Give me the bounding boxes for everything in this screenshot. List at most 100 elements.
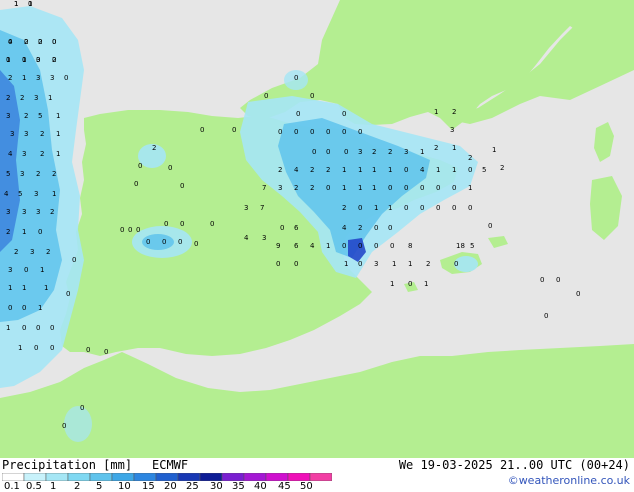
grid-value: 0 [8,38,12,46]
grid-value: 1 [22,74,26,82]
grid-value: 0 [128,226,132,234]
grid-value: 2 [40,130,44,138]
grid-value: 0 [326,148,330,156]
grid-value: 6 [294,224,299,232]
legend-swatch [243,473,267,481]
grid-value: 2 [24,112,28,120]
grid-value: 0 [278,128,282,136]
grid-value: 0 [374,242,378,250]
grid-value: 0 [280,224,284,232]
grid-value: 0 [50,344,54,352]
legend-swatch [221,473,245,481]
grid-value: 1 [56,130,60,138]
legend-tick-label: 35 [232,481,245,492]
legend-tick-label: 5 [96,481,103,492]
grid-value: 1 [14,0,18,8]
legend-tick-label: 0.1 [4,481,20,492]
grid-value: 2 [20,94,24,102]
grid-value: 0 [358,260,362,268]
grid-value: 0 [326,184,330,192]
grid-value: 1 [452,166,456,174]
legend-swatch [23,473,47,481]
grid-value: 1 [38,304,42,312]
grid-value: 0 [22,304,26,312]
grid-value: 3 [36,74,40,82]
grid-value: 0 [162,238,166,246]
grid-value: 2 [52,170,56,178]
grid-value: 0 [576,290,580,298]
grid-value: 0 [8,304,12,312]
grid-value: 1 [342,166,346,174]
grid-value: 1 [374,204,378,212]
grid-value: 3 [8,266,12,274]
grid-value: 0 [556,276,560,284]
grid-value: 1 [452,144,456,152]
grid-value: 3 [6,208,10,216]
grid-value: 0 [178,238,182,246]
grid-value: 0 [296,110,300,118]
legend-tick-label: 30 [210,481,223,492]
legend-tick-label: 10 [118,481,131,492]
grid-value: 0 [374,224,378,232]
grid-value: 4 [8,150,13,158]
legend-swatch [111,473,135,481]
grid-value: 0 [36,324,40,332]
grid-value: 2 [388,148,392,156]
grid-value: 0 [64,74,68,82]
legend-colorbar [2,473,332,481]
grid-value: 0 [436,184,440,192]
precipitation-map: 1 0 4 2 2 0 1 1 3 2 2 1 3 3 0 2 2 3 1 3 2 5 1 3 3 2 1 4 3 2 1 5 3 2 2 4 5 3 1 3… [0,0,634,458]
grid-value: 0 [276,260,280,268]
grid-value: 0 [38,228,42,236]
grid-value: 0 [358,128,362,136]
legend-swatch [155,473,179,481]
grid-value: 0 [310,92,314,100]
grid-value: 3 [24,130,28,138]
grid-value: 0 [66,290,70,298]
grid-value: 1 [358,166,362,174]
grid-value: 3 [244,204,248,212]
grid-value: 1 [326,242,330,250]
grid-value: 1 [388,204,392,212]
grid-value: 3 [34,94,38,102]
legend-tick-label: 2 [74,481,81,492]
grid-value: 2 [434,144,438,152]
grid-value: 0 [388,224,392,232]
legend-tick-label: 1 [50,481,57,492]
grid-value: 0 [420,184,424,192]
grid-value: 0 [404,184,408,192]
grid-value: 7 [260,204,264,212]
grid-value: 1 [372,184,376,192]
grid-value: 2 [6,228,10,236]
grid-value: 1 [388,166,392,174]
legend-tick-label: 45 [278,481,291,492]
grid-value: 8 [408,242,412,250]
grid-value: 1 [28,0,32,8]
grid-value: 1 [434,108,438,116]
grid-value: 6 [294,242,299,250]
grid-value: 0 [540,276,544,284]
legend-tick-label: 0.5 [26,481,42,492]
legend-swatch [265,473,289,481]
grid-value: 1 [468,184,472,192]
grid-value: 1 [22,284,26,292]
grid-value: 0 [310,128,314,136]
grid-value: 0 [342,242,346,250]
grid-value: 2 [452,108,456,116]
grid-value: 0 [52,38,56,46]
grid-value: 2 [342,204,346,212]
model-name: ECMWF [152,458,189,472]
grid-value: 7 [262,184,266,192]
grid-value: 0 [50,324,54,332]
grid-value: 2 [326,166,330,174]
grid-value: 1 [390,280,394,288]
grid-value: 0 [86,346,90,354]
grid-value: 0 [38,38,42,46]
grid-value: 2 [50,208,54,216]
grid-value: 0 [344,148,348,156]
grid-value: 4 [342,224,347,232]
grid-value: 3 [404,148,408,156]
grid-value: 0 [312,148,316,156]
grid-value: 1 [56,150,60,158]
grid-value: 1 [18,344,22,352]
